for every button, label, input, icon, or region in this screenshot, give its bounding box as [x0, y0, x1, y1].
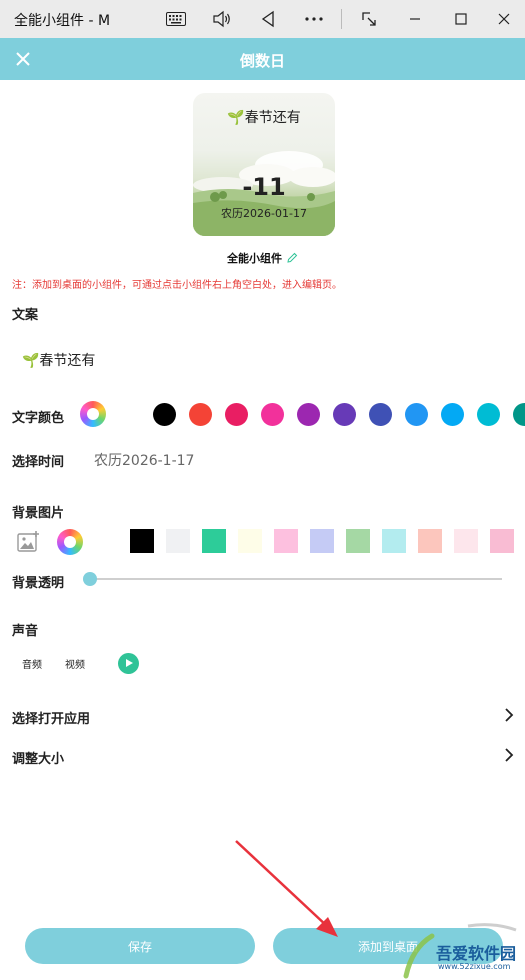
- bg-color-swatch[interactable]: [454, 529, 478, 553]
- text-input[interactable]: 🌱春节还有: [22, 350, 95, 370]
- bg-opacity-label: 背景透明: [12, 576, 65, 591]
- chevron-right-icon[interactable]: [503, 747, 515, 763]
- keyboard-icon[interactable]: [162, 6, 190, 32]
- bg-color-swatch[interactable]: [274, 529, 298, 553]
- window-title: 全能小组件 - M: [14, 13, 111, 29]
- preview-countdown-number: -11: [242, 173, 286, 201]
- bg-color-swatch[interactable]: [346, 529, 370, 553]
- app-window: 全能小组件 - M 倒数日 🌱春节还有 -11 农历2026-01-17 全能小…: [0, 0, 525, 980]
- text-color-swatch[interactable]: [369, 403, 392, 426]
- text-color-swatch[interactable]: [189, 403, 212, 426]
- widget-preview[interactable]: 🌱春节还有 -11 农历2026-01-17: [193, 93, 335, 236]
- bg-color-swatch[interactable]: [490, 529, 514, 553]
- bg-color-swatch[interactable]: [310, 529, 334, 553]
- bg-color-swatch[interactable]: [130, 529, 154, 553]
- watermark-name: 吾爱软件园: [436, 944, 517, 963]
- bg-color-swatch[interactable]: [418, 529, 442, 553]
- window-title-bar: 全能小组件 - M: [0, 0, 525, 38]
- bg-color-swatch[interactable]: [166, 529, 190, 553]
- text-section-label: 文案: [12, 308, 39, 323]
- sound-label: 声音: [12, 624, 39, 639]
- sound-option-video[interactable]: 视频: [65, 656, 85, 671]
- bg-image-label: 背景图片: [12, 506, 65, 521]
- page-title: 倒数日: [239, 52, 285, 70]
- widget-name[interactable]: 全能小组件: [0, 250, 525, 267]
- chevron-right-icon[interactable]: [503, 707, 515, 723]
- text-color-swatch[interactable]: [261, 403, 284, 426]
- more-icon[interactable]: [300, 6, 328, 32]
- bg-color-swatch[interactable]: [94, 529, 118, 553]
- open-app-label[interactable]: 选择打开应用: [12, 708, 90, 727]
- watermark-url: www.52zixue.com: [438, 962, 511, 971]
- text-color-swatch[interactable]: [297, 403, 320, 426]
- preview-date: 农历2026-01-17: [221, 207, 307, 220]
- text-color-swatch[interactable]: [441, 403, 464, 426]
- volume-icon[interactable]: [208, 6, 236, 32]
- bg-color-swatch[interactable]: [238, 529, 262, 553]
- minimize-icon[interactable]: [401, 6, 429, 32]
- preview-caption: 🌱春节还有: [227, 110, 301, 126]
- sound-option-audio[interactable]: 音频: [22, 656, 42, 671]
- bg-color-picker-icon[interactable]: [57, 529, 83, 555]
- resize-label[interactable]: 调整大小: [12, 748, 64, 767]
- text-color-label: 文字颜色: [12, 411, 65, 426]
- text-color-swatch[interactable]: [513, 403, 525, 426]
- text-color-swatch[interactable]: [153, 403, 176, 426]
- title-bar-divider: [341, 9, 342, 29]
- annotation-arrow: [235, 840, 338, 937]
- screenshot-icon[interactable]: [355, 6, 383, 32]
- widget-name-label: 全能小组件: [227, 252, 282, 265]
- pencil-icon[interactable]: [286, 252, 298, 267]
- notice-text: 注：添加到桌面的小组件，可通过点击小组件右上角空白处，进入编辑页。: [12, 280, 342, 291]
- close-window-icon[interactable]: [490, 6, 518, 32]
- back-icon[interactable]: [254, 6, 282, 32]
- maximize-icon[interactable]: [447, 6, 475, 32]
- bg-color-swatch[interactable]: [382, 529, 406, 553]
- time-label: 选择时间: [12, 455, 65, 470]
- text-color-swatch[interactable]: [333, 403, 356, 426]
- opacity-slider-handle[interactable]: [83, 572, 97, 586]
- text-color-swatch[interactable]: [477, 403, 500, 426]
- opacity-slider-track[interactable]: [90, 578, 502, 580]
- play-icon[interactable]: [118, 653, 139, 674]
- text-color-swatch[interactable]: [225, 403, 248, 426]
- time-value[interactable]: 农历2026-1-17: [94, 450, 194, 470]
- bg-color-swatch[interactable]: [202, 529, 226, 553]
- text-color-swatch[interactable]: [405, 403, 428, 426]
- color-picker-icon[interactable]: [80, 401, 106, 427]
- app-header: 倒数日: [0, 38, 525, 80]
- save-button[interactable]: 保存: [25, 928, 255, 964]
- add-image-icon[interactable]: [17, 530, 40, 553]
